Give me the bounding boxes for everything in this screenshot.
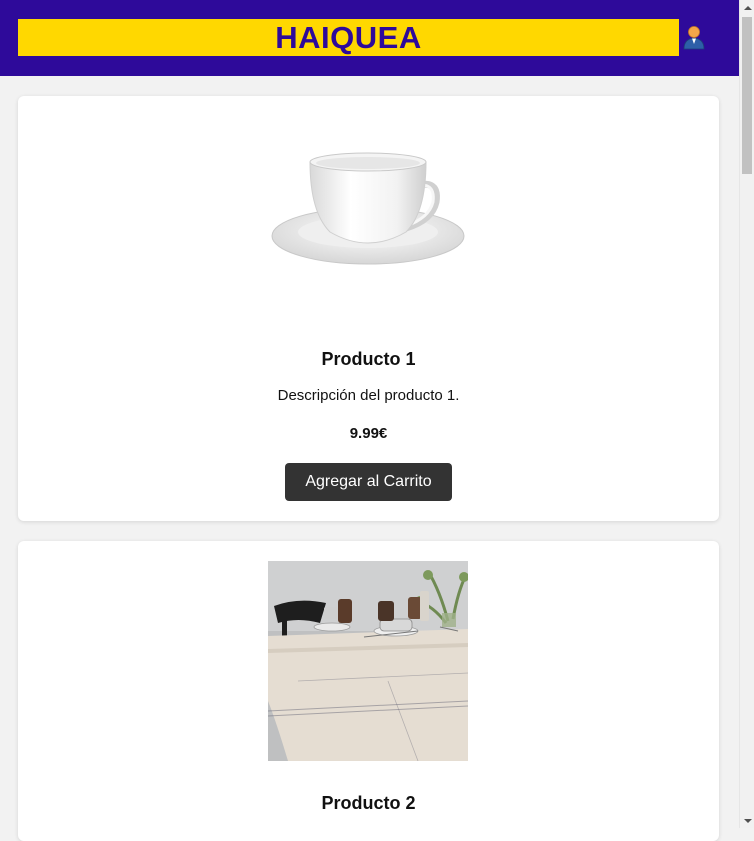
add-to-cart-button[interactable]: Agregar al Carrito (285, 463, 452, 501)
product-title: Producto 1 (321, 349, 416, 369)
product-description: Descripción del producto 1. (277, 387, 460, 404)
product-title: Producto 2 (321, 793, 416, 813)
page-scrollbar[interactable] (739, 0, 754, 828)
scroll-up-arrow-icon[interactable] (740, 0, 754, 15)
scroll-down-arrow-icon[interactable] (740, 813, 754, 828)
teacup-saucer-image (268, 116, 468, 316)
scrollbar-thumb[interactable] (742, 17, 752, 174)
logo-text: HAIQUEA (275, 19, 422, 55)
user-account-icon[interactable] (682, 24, 706, 50)
product-card: Producto 2 (18, 541, 719, 841)
product-price: 9.99€ (349, 425, 388, 442)
logo-banner[interactable]: HAIQUEA (18, 19, 679, 56)
product-card: Producto 1 Descripción del producto 1. 9… (18, 96, 719, 521)
dining-table-tablecloth-image (267, 561, 469, 762)
site-header: HAIQUEA (0, 0, 739, 76)
